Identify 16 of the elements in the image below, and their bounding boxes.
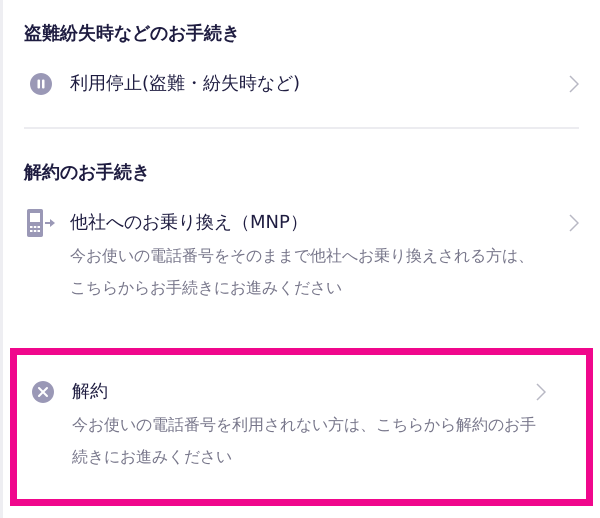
phone-arrow-icon bbox=[26, 208, 56, 238]
item-label: 解約 bbox=[72, 380, 109, 404]
chevron-right-icon bbox=[569, 75, 579, 93]
item-description: 今お使いの電話番号を利用されない方は、こちらから解約のお手続きにお進みください bbox=[72, 414, 536, 468]
section-heading: 盗難紛失時などのお手続き bbox=[24, 22, 241, 46]
item-label: 利用停止(盗難・紛失時など) bbox=[70, 72, 302, 96]
list-item[interactable]: 他社へのお乗り換え（MNP） 今お使いの電話番号をそのままで他社へお乗り換えされる方は、こちらからお手続きにお進みください bbox=[24, 196, 579, 332]
list-item[interactable]: 利用停止(盗難・紛失時など) bbox=[24, 57, 579, 127]
section-heading: 解約のお手続き bbox=[24, 161, 151, 185]
item-label: 他社へのお乗り換え（MNP） bbox=[70, 211, 309, 235]
chevron-right-icon bbox=[569, 214, 579, 232]
highlighted-list-item[interactable]: 解約 今お使いの電話番号を利用されない方は、こちらから解約のお手続きにお進みください bbox=[10, 348, 593, 506]
pause-icon bbox=[30, 73, 52, 95]
item-description: 今お使いの電話番号をそのままで他社へお乗り換えされる方は、こちらからお手続きにお進みください bbox=[70, 245, 535, 299]
chevron-right-icon bbox=[536, 383, 546, 401]
close-icon bbox=[32, 381, 54, 403]
